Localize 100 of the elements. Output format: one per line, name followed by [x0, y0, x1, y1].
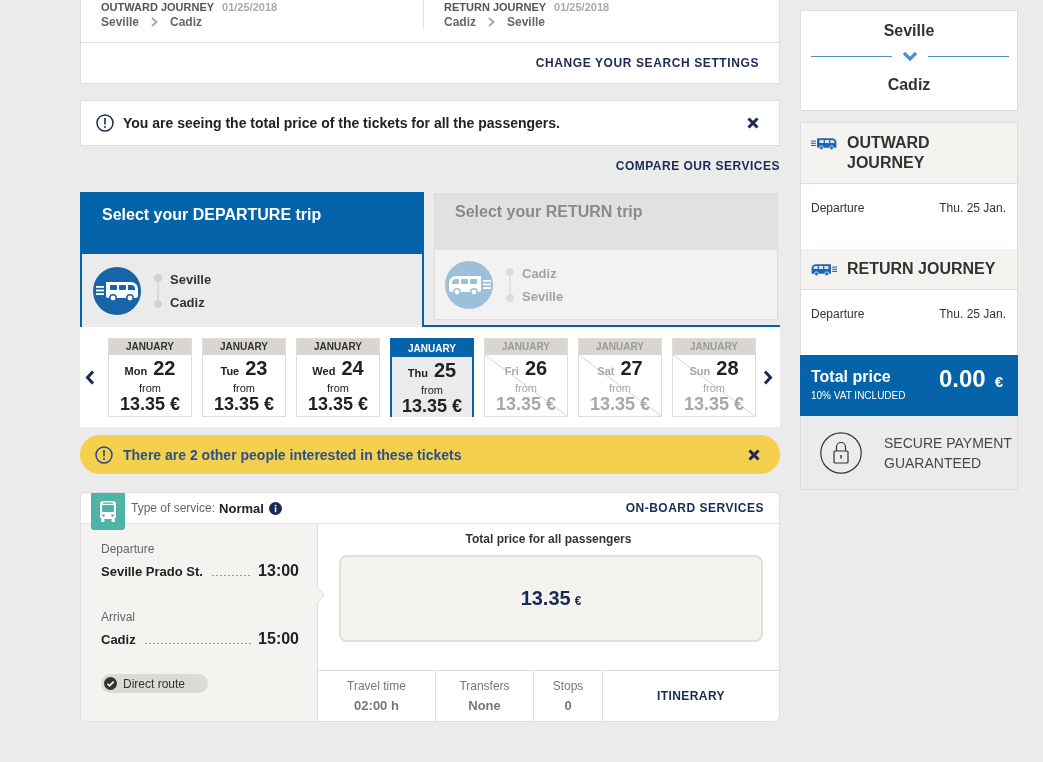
- stop-name: Seville: [522, 287, 564, 306]
- month-header: JANUARY: [297, 338, 379, 355]
- day-number: 26: [524, 356, 548, 379]
- bus-icon: [811, 262, 837, 276]
- from-label: from: [515, 381, 537, 394]
- journey-date: 01/25/2018: [554, 1, 610, 13]
- weekday-label: Thu: [407, 365, 428, 381]
- service-type-label: Type of service:: [131, 501, 216, 515]
- month-header: JANUARY: [203, 338, 285, 355]
- lock-icon: [820, 431, 862, 474]
- month-header: JANUARY: [485, 338, 567, 355]
- onboard-services-link[interactable]: ON-BOARD SERVICES: [625, 501, 764, 515]
- alert-text: There are 2 other people interested in these tickets: [123, 446, 462, 463]
- chevron-down-icon: [902, 51, 918, 61]
- price-text: 13.35 €: [213, 393, 275, 415]
- detail-label: Departure: [811, 201, 865, 215]
- exclamation-circle-icon: [95, 445, 113, 464]
- total-price-label: Total price: [811, 367, 892, 387]
- total-amount: 0.00: [938, 366, 986, 392]
- from-label: from: [233, 381, 255, 394]
- exclamation-circle-icon: [96, 114, 114, 132]
- origin-city: Seville: [882, 21, 936, 41]
- bus-icon: [811, 136, 837, 150]
- detail-value: Thu. 25 Jan.: [939, 201, 1006, 215]
- chevron-left-icon[interactable]: [85, 369, 95, 385]
- stat-label: Travel time: [347, 679, 406, 693]
- price-text: 13.35 €: [119, 393, 181, 415]
- month-header: JANUARY: [673, 338, 755, 355]
- stop-name: Cadiz: [170, 293, 206, 312]
- date-card[interactable]: JANUARY Mon 22 from 13.35 €: [108, 337, 192, 417]
- price-text: 13.35 €: [683, 393, 745, 415]
- direct-route-label: Direct route: [123, 676, 186, 691]
- journey-label: OUTWARD JOURNEY: [101, 1, 215, 13]
- date-card[interactable]: JANUARY Thu 25 from 13.35 €: [390, 337, 474, 417]
- day-number: 25: [433, 358, 457, 381]
- journey-title: RETURN JOURNEY: [847, 259, 997, 279]
- stop-name: Cadiz: [522, 264, 558, 283]
- stat-value: None: [468, 698, 501, 714]
- price-text: 13.35 €: [401, 395, 463, 417]
- from-label: from: [327, 381, 349, 394]
- detail-label: Departure: [811, 307, 865, 321]
- chevron-right-icon[interactable]: [763, 369, 773, 385]
- chevron-right-icon: [488, 17, 495, 27]
- from-label: from: [609, 381, 631, 394]
- date-card[interactable]: JANUARY Tue 23 from 13.35 €: [202, 337, 286, 417]
- journey-date: 01/25/2018: [222, 1, 278, 13]
- check-circle-icon: [104, 677, 117, 690]
- info-icon[interactable]: [268, 501, 282, 515]
- from-label: from: [139, 381, 161, 394]
- chevron-right-icon: [151, 17, 159, 27]
- close-icon[interactable]: [748, 448, 760, 461]
- weekday-label: Sun: [689, 363, 711, 379]
- stop-name: Seville: [170, 270, 212, 289]
- destination-city: Cadiz: [886, 75, 932, 95]
- weekday-label: Fri: [504, 363, 519, 379]
- day-number: 27: [620, 356, 643, 379]
- date-card[interactable]: JANUARY Wed 24 from 13.35 €: [296, 337, 380, 417]
- day-number: 22: [153, 356, 176, 379]
- station-name: Seville Prado St.: [101, 563, 203, 581]
- station-name: Cadiz: [101, 631, 136, 649]
- weekday-label: Sat: [597, 363, 615, 379]
- dotted-leader: [210, 574, 253, 577]
- itinerary-button[interactable]: ITINERARY: [603, 671, 779, 721]
- month-header: JANUARY: [109, 338, 191, 355]
- bus-icon: [93, 266, 141, 315]
- price-amount: 13.35: [520, 587, 571, 610]
- from-label: from: [703, 381, 725, 394]
- stat-value: 0: [564, 698, 572, 714]
- stat-value: 02:00 h: [354, 698, 399, 714]
- weekday-label: Wed: [312, 363, 336, 379]
- stop-time: 15:00: [258, 629, 299, 649]
- stat-label: Stops: [552, 679, 584, 693]
- currency-symbol: €: [994, 373, 1003, 390]
- service-type-value: Normal: [219, 500, 264, 516]
- price-text: 13.35 €: [495, 393, 557, 415]
- journey-label: RETURN JOURNEY: [444, 1, 547, 13]
- price-text: 13.35 €: [589, 393, 651, 415]
- vat-note: 10% VAT INCLUDED: [811, 390, 906, 402]
- destination-city: Cadiz: [170, 15, 203, 29]
- secure-payment-text: SECURE PAYMENT GUARANTEED: [884, 433, 1013, 473]
- price-caption: Total price for all passengers: [464, 531, 633, 546]
- compare-services-link[interactable]: COMPARE OUR SERVICES: [615, 159, 780, 173]
- stop-time: 13:00: [258, 561, 299, 581]
- weekday-label: Tue: [220, 363, 240, 379]
- close-icon[interactable]: [747, 117, 759, 129]
- stop-connector-icon: [153, 273, 163, 308]
- bus-icon: [445, 260, 493, 309]
- stop-label: Departure: [101, 542, 156, 556]
- stat-label: Transfers: [459, 679, 510, 693]
- month-header: JANUARY: [392, 339, 472, 357]
- stop-label: Arrival: [101, 610, 136, 624]
- from-label: from: [421, 383, 443, 396]
- change-search-link[interactable]: CHANGE YOUR SEARCH SETTINGS: [535, 56, 759, 70]
- origin-city: Seville: [101, 15, 140, 29]
- day-number: 24: [341, 356, 364, 379]
- day-number: 23: [245, 356, 268, 379]
- price-text: 13.35 €: [307, 393, 369, 415]
- month-header: JANUARY: [579, 338, 661, 355]
- stop-connector-icon: [505, 267, 515, 302]
- trip-tab[interactable]: Select your DEPARTURE trip: [80, 192, 424, 254]
